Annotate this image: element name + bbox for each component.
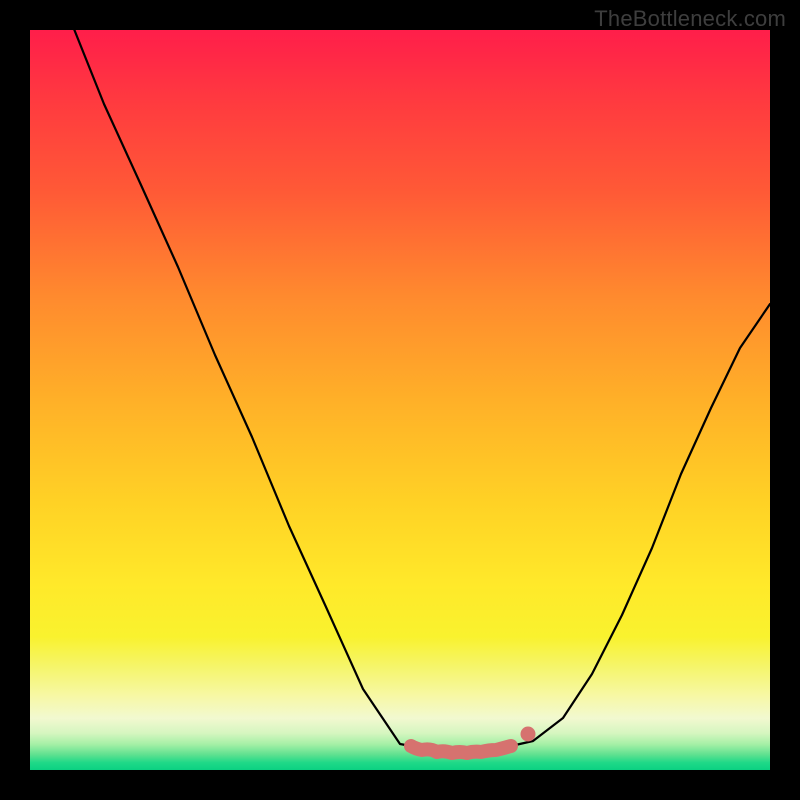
- pink-bottom-segment: [411, 746, 511, 753]
- left-curve: [74, 30, 411, 746]
- curves-svg: [30, 30, 770, 770]
- pink-right-dot: [521, 727, 536, 742]
- right-curve: [511, 304, 770, 746]
- watermark-text: TheBottleneck.com: [594, 6, 786, 32]
- chart-frame: TheBottleneck.com: [0, 0, 800, 800]
- plot-area: [30, 30, 770, 770]
